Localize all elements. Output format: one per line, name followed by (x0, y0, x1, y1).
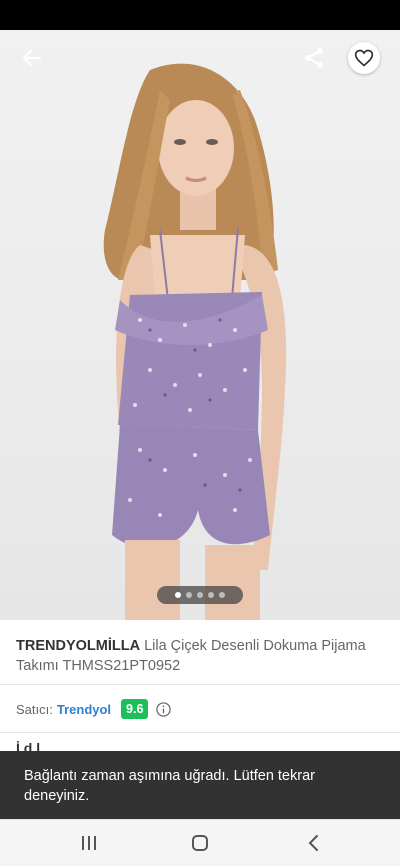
home-button[interactable] (185, 830, 215, 856)
share-button[interactable] (298, 42, 330, 74)
product-title: TRENDYOLMİLLA Lila Çiçek Desenli Dokuma … (16, 636, 386, 676)
back-button[interactable] (16, 42, 48, 74)
recents-icon (82, 836, 96, 850)
system-navigation-bar (0, 819, 400, 866)
snackbar-message: Bağlantı zaman aşımına uğradı. Lütfen te… (24, 768, 315, 804)
pagination-dot[interactable] (208, 592, 214, 598)
home-icon (192, 835, 208, 851)
favorite-button[interactable] (348, 42, 380, 74)
pagination-dot[interactable] (175, 592, 181, 598)
pagination-dot[interactable] (219, 592, 225, 598)
pagination-dot[interactable] (197, 592, 203, 598)
divider (0, 684, 400, 685)
heart-icon (354, 49, 374, 67)
share-icon (305, 48, 323, 68)
partial-section-heading: İ d l (16, 740, 41, 751)
divider (0, 732, 400, 733)
nav-back-button[interactable] (298, 830, 328, 856)
recents-button[interactable] (74, 830, 104, 856)
arrow-left-icon (22, 49, 42, 67)
pagination-dot[interactable] (186, 592, 192, 598)
product-photo (103, 63, 287, 620)
image-pagination-dots[interactable] (157, 586, 243, 604)
status-bar (0, 0, 400, 30)
info-icon[interactable] (156, 701, 172, 717)
seller-label: Satıcı: (16, 701, 53, 717)
seller-info: Satıcı: Trendyol 9.6 (16, 697, 172, 721)
seller-link[interactable]: Trendyol (57, 702, 111, 717)
product-image-gallery[interactable] (0, 30, 400, 620)
seller-score-badge: 9.6 (121, 699, 149, 719)
nav-back-icon (308, 835, 318, 851)
snackbar: Bağlantı zaman aşımına uğradı. Lütfen te… (0, 751, 400, 819)
brand-name[interactable]: TRENDYOLMİLLA (16, 638, 140, 654)
